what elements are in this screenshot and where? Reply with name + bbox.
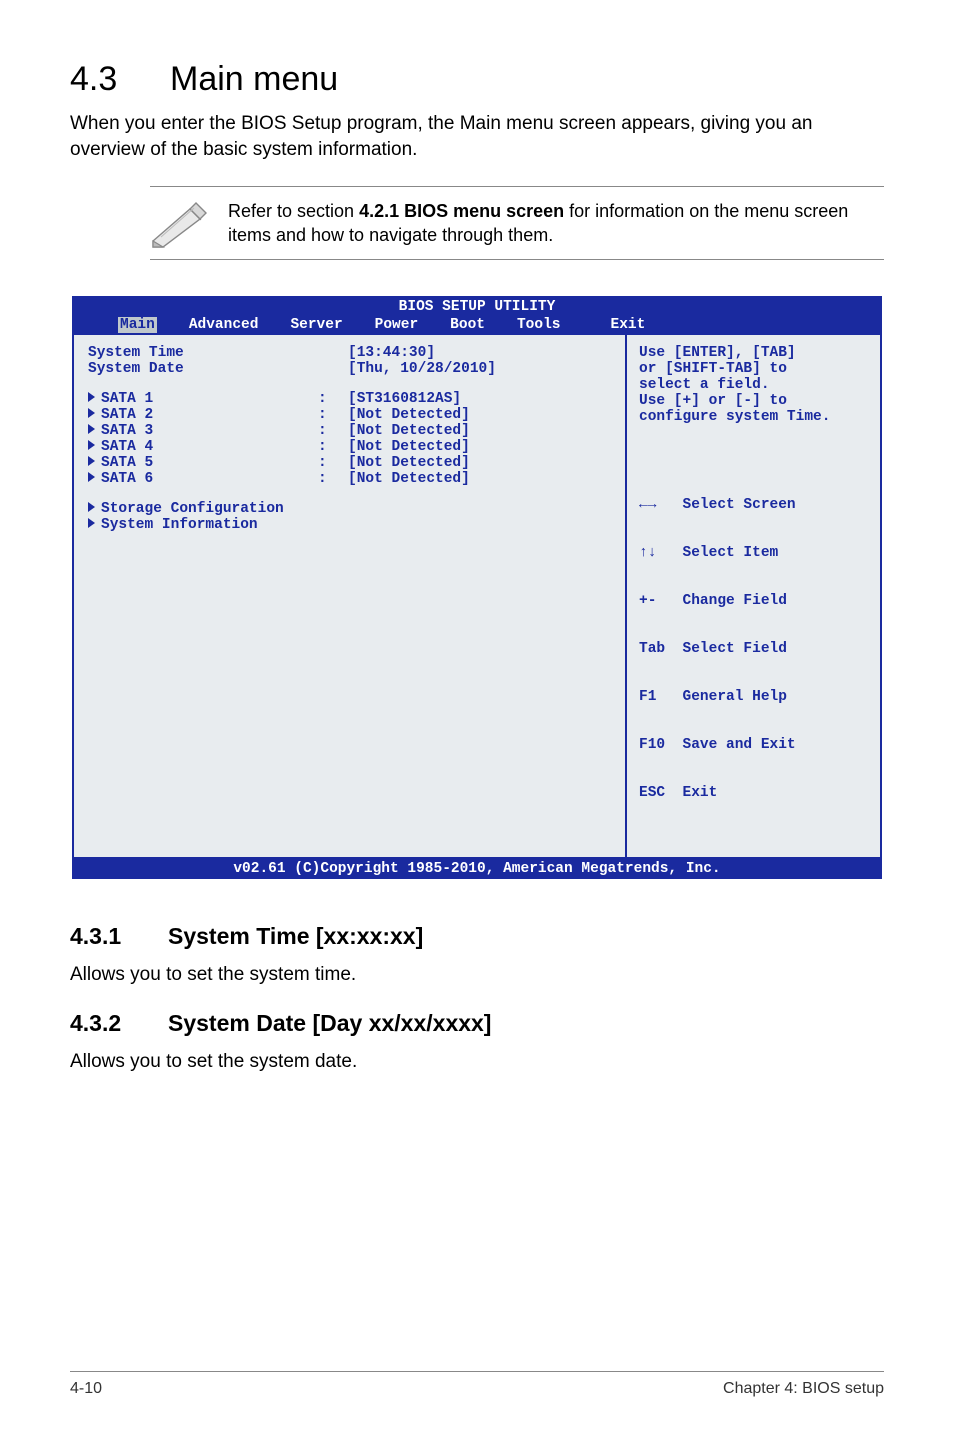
label-sata-1: SATA 1: [101, 391, 153, 407]
value-sata-2: [Not Detected]: [348, 407, 470, 423]
label-storage-configuration: Storage Configuration: [101, 501, 284, 517]
row-sata-6[interactable]: SATA 6: [Not Detected]: [88, 471, 611, 487]
subsection-body-1: Allows you to set the system time.: [70, 964, 884, 986]
help-line: or [SHIFT-TAB] to: [639, 361, 868, 377]
note-bold: 4.2.1 BIOS menu screen: [359, 201, 564, 221]
label-sata-4: SATA 4: [101, 439, 153, 455]
triangle-icon: [88, 408, 95, 418]
tab-main[interactable]: Main: [102, 315, 173, 335]
triangle-icon: [88, 456, 95, 466]
value-sata-5: [Not Detected]: [348, 455, 470, 471]
tab-tools[interactable]: Tools: [501, 315, 577, 335]
label-sata-6: SATA 6: [101, 471, 153, 487]
value-sata-1: [ST3160812AS]: [348, 391, 461, 407]
triangle-icon: [88, 472, 95, 482]
note-text: Refer to section 4.2.1 BIOS menu screen …: [228, 199, 884, 248]
help-key-line: ←→ Select Screen: [639, 497, 868, 513]
value-system-date: [Thu, 10/28/2010]: [348, 361, 496, 377]
tab-power[interactable]: Power: [359, 315, 435, 335]
bios-help-panel: Use [ENTER], [TAB] or [SHIFT-TAB] to sel…: [625, 335, 880, 857]
note-pre: Refer to section: [228, 201, 359, 221]
note-box: Refer to section 4.2.1 BIOS menu screen …: [150, 186, 884, 260]
row-storage-configuration[interactable]: Storage Configuration: [88, 501, 611, 517]
help-key-line: F10 Save and Exit: [639, 737, 868, 753]
subsection-heading-2: 4.3.2System Date [Day xx/xx/xxxx]: [70, 1010, 884, 1037]
value-sata-6: [Not Detected]: [348, 471, 470, 487]
row-system-time[interactable]: System Time [13:44:30]: [88, 345, 611, 361]
row-sata-2[interactable]: SATA 2: [Not Detected]: [88, 407, 611, 423]
value-sata-3: [Not Detected]: [348, 423, 470, 439]
tab-server[interactable]: Server: [274, 315, 358, 335]
subsection-number: 4.3.1: [70, 923, 168, 950]
label-system-date: System Date: [88, 361, 318, 377]
bios-screenshot: BIOS SETUP UTILITY Main Advanced Server …: [72, 296, 882, 879]
subsection-body-2: Allows you to set the system date.: [70, 1051, 884, 1073]
section-number: 4.3: [70, 60, 170, 99]
subsection-number: 4.3.2: [70, 1010, 168, 1037]
bios-tab-bar: Main Advanced Server Power Boot Tools Ex…: [72, 315, 882, 335]
row-sata-1[interactable]: SATA 1: [ST3160812AS]: [88, 391, 611, 407]
page-number: 4-10: [70, 1380, 102, 1398]
intro-paragraph: When you enter the BIOS Setup program, t…: [70, 111, 884, 162]
subsection-heading-1: 4.3.1System Time [xx:xx:xx]: [70, 923, 884, 950]
triangle-icon: [88, 518, 95, 528]
help-key-line: ESC Exit: [639, 785, 868, 801]
label-sata-2: SATA 2: [101, 407, 153, 423]
row-sata-4[interactable]: SATA 4: [Not Detected]: [88, 439, 611, 455]
label-sata-3: SATA 3: [101, 423, 153, 439]
help-line: select a field.: [639, 377, 868, 393]
tab-exit[interactable]: Exit: [595, 315, 662, 335]
label-system-time: System Time: [88, 345, 318, 361]
tab-advanced[interactable]: Advanced: [173, 315, 275, 335]
help-key-line: ↑↓ Select Item: [639, 545, 868, 561]
row-system-information[interactable]: System Information: [88, 517, 611, 533]
help-key-line: +- Change Field: [639, 593, 868, 609]
triangle-icon: [88, 392, 95, 402]
row-sata-5[interactable]: SATA 5: [Not Detected]: [88, 455, 611, 471]
help-key-line: Tab Select Field: [639, 641, 868, 657]
section-heading: 4.3Main menu: [70, 60, 884, 99]
help-line: Use [+] or [-] to: [639, 393, 868, 409]
bios-help-text: Use [ENTER], [TAB] or [SHIFT-TAB] to sel…: [639, 345, 868, 465]
bios-copyright-bar: v02.61 (C)Copyright 1985-2010, American …: [72, 859, 882, 879]
triangle-icon: [88, 502, 95, 512]
pencil-note-icon: [150, 197, 210, 249]
label-sata-5: SATA 5: [101, 455, 153, 471]
row-system-date[interactable]: System Date [Thu, 10/28/2010]: [88, 361, 611, 377]
value-sata-4: [Not Detected]: [348, 439, 470, 455]
triangle-icon: [88, 440, 95, 450]
help-key-line: F1 General Help: [639, 689, 868, 705]
row-sata-3[interactable]: SATA 3: [Not Detected]: [88, 423, 611, 439]
bios-main-panel: System Time [13:44:30] System Date [Thu,…: [74, 335, 625, 857]
triangle-icon: [88, 424, 95, 434]
bios-help-keys: ←→ Select Screen ↑↓ Select Item +- Chang…: [639, 465, 868, 833]
help-line: configure system Time.: [639, 409, 868, 425]
bios-title-bar: BIOS SETUP UTILITY: [72, 296, 882, 315]
subsection-title: System Date [Day xx/xx/xxxx]: [168, 1010, 491, 1036]
section-title: Main menu: [170, 60, 338, 98]
page-footer: 4-10 Chapter 4: BIOS setup: [0, 1371, 954, 1398]
label-system-information: System Information: [101, 517, 258, 533]
tab-boot[interactable]: Boot: [434, 315, 501, 335]
chapter-label: Chapter 4: BIOS setup: [723, 1380, 884, 1398]
help-line: Use [ENTER], [TAB]: [639, 345, 868, 361]
subsection-title: System Time [xx:xx:xx]: [168, 923, 423, 949]
value-system-time: [13:44:30]: [348, 345, 435, 361]
